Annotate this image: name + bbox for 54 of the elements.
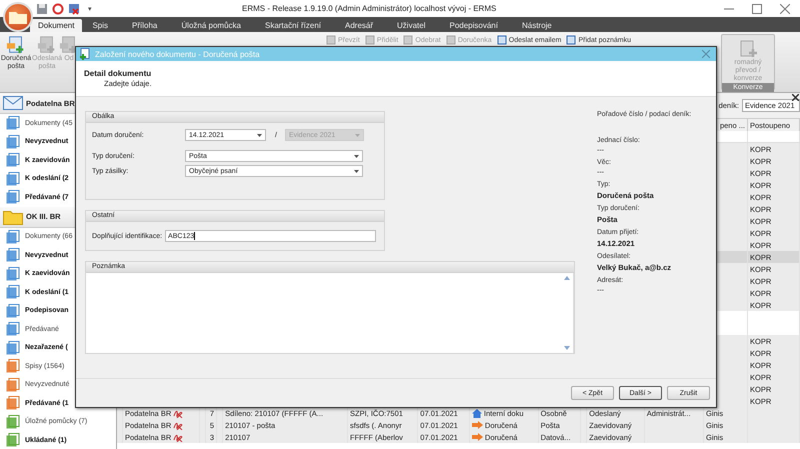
document-stack-icon <box>6 230 20 244</box>
document-stack-icon <box>6 134 20 149</box>
menu-tab[interactable]: Nástroje <box>514 19 560 32</box>
no-signature-icon <box>173 432 184 442</box>
document-stack-icon <box>6 153 20 168</box>
document-icon <box>364 35 375 45</box>
menu-tab[interactable]: Skartační řízení <box>256 19 330 32</box>
folder-icon <box>3 208 23 224</box>
document-stack-icon <box>6 359 20 374</box>
caret-icon <box>354 170 359 172</box>
document-add-icon <box>6 35 26 55</box>
document-icon <box>496 35 507 45</box>
document-stack-icon <box>6 396 20 410</box>
dialog-title: Založení nového dokumentu - Doručená pošta <box>95 50 260 58</box>
close-window-icon[interactable] <box>68 2 80 14</box>
menu-tab[interactable]: Uživatel <box>389 19 434 32</box>
scroll-down-icon[interactable] <box>564 346 570 350</box>
menu-tab[interactable]: Adresář <box>337 19 382 32</box>
document-stack-icon <box>6 378 20 392</box>
document-stack-icon <box>6 285 20 300</box>
dialog-heading: Detail dokumentu <box>84 69 152 78</box>
document-stack-icon <box>6 190 20 204</box>
no-signature-icon <box>173 408 184 418</box>
menu-tab[interactable]: Úložná pomůcka <box>173 19 249 32</box>
document-icon <box>566 35 576 45</box>
document-stack-icon <box>6 414 20 429</box>
document-stack-icon <box>6 116 20 130</box>
envelope-icon <box>3 96 23 110</box>
document-icon <box>403 35 414 45</box>
document-icon <box>326 35 336 45</box>
menu-tab[interactable]: Příloha <box>124 19 166 32</box>
caret-icon <box>354 134 360 136</box>
menu-tab[interactable]: Spis <box>84 19 116 32</box>
caret-icon <box>257 134 262 136</box>
menu-tab[interactable]: Dokument <box>30 19 82 32</box>
document-add-icon <box>738 39 758 59</box>
app-menu-orb[interactable] <box>3 2 33 32</box>
no-signature-icon <box>173 420 184 430</box>
document-stack-icon <box>6 322 20 336</box>
document-stack-icon <box>6 304 20 318</box>
menu-tab[interactable]: Podepisování <box>441 19 506 32</box>
close-icon[interactable] <box>792 94 799 101</box>
document-icon <box>446 35 456 45</box>
document-stack-icon <box>6 248 20 262</box>
window-title: ERMS - Release 1.9.19.0 (Admin Administrátor) localhost vývoj - ERMS <box>242 4 496 13</box>
folder-icon <box>8 9 28 25</box>
document-add-icon <box>37 35 57 55</box>
save-icon[interactable] <box>36 2 48 14</box>
maximize-icon[interactable] <box>752 4 762 14</box>
document-stack-icon <box>6 172 20 186</box>
caret-icon <box>354 154 359 158</box>
document-stack-icon <box>6 266 20 281</box>
document-stack-icon <box>6 340 20 355</box>
scroll-up-icon[interactable] <box>564 276 570 280</box>
